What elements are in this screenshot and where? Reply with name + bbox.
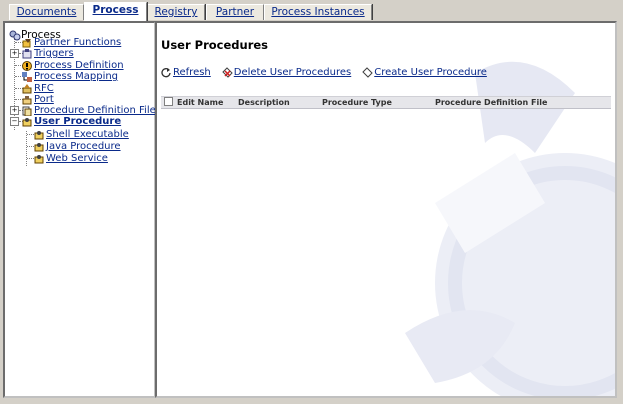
process-mapping-icon (22, 71, 32, 82)
tree-item-label[interactable]: Procedure Definition Files (34, 105, 161, 116)
tree-item-user-procedure[interactable]: User Procedure (22, 116, 121, 127)
port-icon (22, 95, 32, 105)
collapse-minus-icon[interactable]: − (10, 117, 19, 126)
tree-item-procedure-definition-files[interactable]: Procedure Definition Files (22, 105, 161, 116)
expand-plus-icon[interactable]: + (10, 106, 19, 115)
tree-item-process-definition[interactable]: Process Definition (22, 60, 124, 71)
tree-item-partner-functions[interactable]: Partner Functions (22, 37, 121, 48)
user-procedure-icon (22, 117, 32, 127)
tree-item-process-mapping[interactable]: Process Mapping (22, 71, 118, 82)
tree-item-rfc[interactable]: RFC (22, 83, 54, 94)
delete-icon (222, 67, 233, 78)
web-service-icon (34, 154, 44, 164)
gears-icon (9, 30, 21, 40)
tab-documents[interactable]: Documents (9, 4, 84, 20)
create-label[interactable]: Create User Procedure (374, 67, 487, 78)
globe-watermark-icon (405, 61, 615, 396)
tree-item-label[interactable]: User Procedure (34, 116, 121, 127)
tree-item-label[interactable]: Process Definition (34, 60, 124, 71)
tree-item-web-service[interactable]: Web Service (34, 153, 108, 164)
shell-executable-icon (34, 130, 44, 140)
process-definition-icon (22, 60, 32, 71)
tree-item-label[interactable]: Java Procedure (46, 141, 121, 152)
content-panel: User Procedures Refresh Delete User Proc… (155, 21, 617, 398)
column-procedure-definition-file[interactable]: Procedure Definition File (435, 97, 547, 108)
java-procedure-icon (34, 142, 44, 152)
select-all-checkbox[interactable] (164, 97, 173, 106)
delete-user-procedures-button[interactable]: Delete User Procedures (222, 67, 351, 78)
column-procedure-type[interactable]: Procedure Type (322, 97, 392, 108)
tree-item-port[interactable]: Port (22, 94, 54, 105)
column-description[interactable]: Description (238, 97, 290, 108)
triggers-icon (22, 48, 32, 59)
create-icon (362, 67, 373, 78)
tab-bar: Documents Process Registry Partner Proce… (0, 0, 623, 22)
tree-item-java-procedure[interactable]: Java Procedure (34, 141, 121, 152)
tab-process[interactable]: Process (84, 2, 147, 21)
partner-functions-icon (22, 38, 32, 48)
tree-item-label[interactable]: Shell Executable (46, 129, 129, 140)
navigation-tree-panel: Process Partner Functions + Triggers Pro… (3, 21, 161, 398)
table-header: Edit Name Description Procedure Type Pro… (161, 96, 611, 109)
tab-registry[interactable]: Registry (147, 4, 205, 20)
delete-label[interactable]: Delete User Procedures (234, 67, 351, 78)
action-toolbar: Refresh Delete User Procedures Create Us… (161, 67, 487, 78)
expand-plus-icon[interactable]: + (10, 49, 19, 58)
create-user-procedure-button[interactable]: Create User Procedure (362, 67, 487, 78)
refresh-label[interactable]: Refresh (173, 67, 211, 78)
procedure-files-icon (22, 106, 32, 116)
tree-item-label[interactable]: Web Service (46, 153, 108, 164)
tree-item-label[interactable]: Partner Functions (34, 37, 121, 48)
tree-item-label[interactable]: Triggers (34, 48, 74, 59)
page-title: User Procedures (161, 38, 269, 52)
column-edit-name[interactable]: Edit Name (177, 97, 223, 108)
tree-item-label[interactable]: Process Mapping (34, 71, 118, 82)
tab-partner[interactable]: Partner (206, 4, 264, 20)
refresh-icon (161, 67, 172, 78)
rfc-icon (22, 83, 32, 94)
tree-item-triggers[interactable]: Triggers (22, 48, 74, 59)
tree-item-shell-executable[interactable]: Shell Executable (34, 129, 129, 140)
refresh-button[interactable]: Refresh (161, 67, 211, 78)
tab-process-instances[interactable]: Process Instances (264, 4, 372, 20)
tree-item-label[interactable]: RFC (34, 83, 54, 94)
tree-item-label[interactable]: Port (34, 94, 54, 105)
